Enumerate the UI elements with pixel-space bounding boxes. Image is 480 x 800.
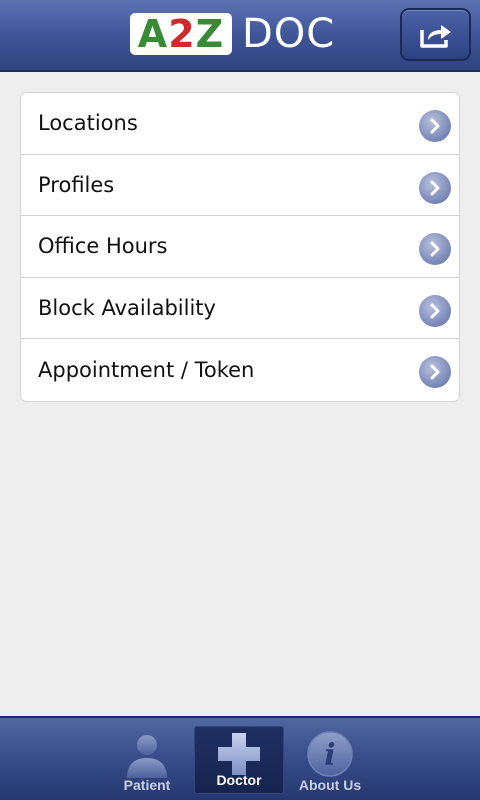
svg-text:i: i	[324, 738, 335, 773]
chevron-right-icon[interactable]	[419, 294, 451, 327]
chevron-right-icon[interactable]	[419, 110, 451, 142]
share-icon	[419, 24, 451, 48]
menu-item-profiles[interactable]: Profiles	[21, 155, 459, 217]
info-icon: i	[307, 731, 353, 777]
app-logo: A2Z DOC	[130, 12, 346, 56]
tab-label: Patient	[123, 777, 171, 793]
tab-about-us[interactable]: i About Us	[285, 718, 375, 800]
tab-patient[interactable]: Patient	[102, 718, 192, 800]
bottom-tab-bar: Patient Doctor i About Us	[0, 716, 480, 800]
menu-item-label: Appointment / Token	[38, 358, 255, 383]
chevron-right-icon[interactable]	[419, 171, 451, 204]
app-header: A2Z DOC	[0, 0, 480, 72]
doctor-menu-list: Locations Profiles Office Hours Block Av…	[20, 92, 460, 402]
chevron-right-icon[interactable]	[419, 233, 451, 266]
menu-item-appointment-token[interactable]: Appointment / Token	[21, 339, 459, 401]
menu-item-block-availability[interactable]: Block Availability	[21, 278, 459, 340]
tab-label: About Us	[298, 777, 362, 793]
plus-cross-icon	[218, 733, 260, 775]
chevron-right-icon[interactable]	[419, 356, 451, 389]
logo-digit-2: 2	[168, 12, 196, 56]
menu-item-locations[interactable]: Locations	[21, 93, 459, 155]
menu-item-office-hours[interactable]: Office Hours	[21, 216, 459, 278]
menu-item-label: Profiles	[38, 172, 115, 197]
logo-letter-z: Z	[195, 12, 225, 56]
menu-item-label: Block Availability	[38, 296, 216, 321]
menu-item-label: Locations	[38, 111, 138, 136]
logo-doc-text: DOC	[242, 11, 336, 57]
share-button[interactable]	[400, 8, 471, 61]
tab-label: Doctor	[216, 772, 262, 788]
logo-letter-a: A	[137, 12, 169, 56]
logo-badge: A2Z	[130, 13, 232, 55]
menu-item-label: Office Hours	[38, 234, 168, 259]
tab-doctor[interactable]: Doctor	[194, 726, 284, 794]
person-icon	[127, 735, 167, 778]
